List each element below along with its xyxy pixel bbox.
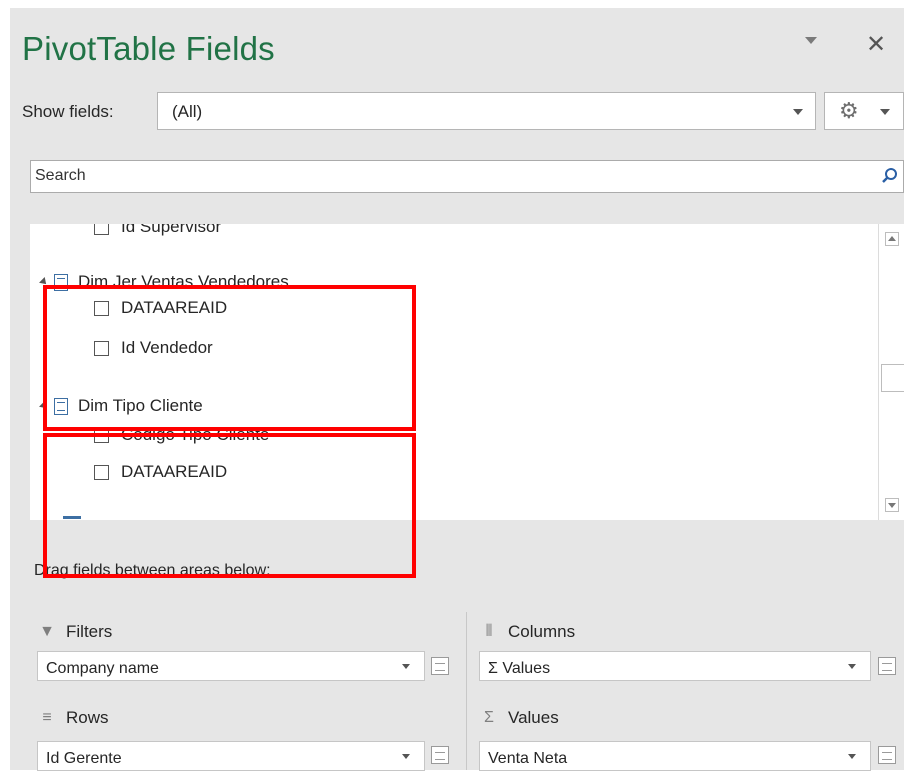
chevron-down-icon[interactable] bbox=[402, 754, 410, 759]
sigma-icon: Σ bbox=[484, 709, 494, 726]
pane-options-caret-icon[interactable] bbox=[805, 37, 817, 44]
chevron-down-icon bbox=[880, 109, 890, 115]
values-field-pill[interactable]: Venta Neta bbox=[479, 741, 871, 771]
rows-field-name: Id Gerente bbox=[46, 750, 122, 767]
areas-divider bbox=[466, 612, 467, 770]
checkbox[interactable] bbox=[94, 224, 109, 235]
search-icon[interactable] bbox=[881, 167, 899, 185]
chevron-down-icon bbox=[793, 109, 803, 115]
chevron-down-icon[interactable] bbox=[848, 664, 856, 669]
highlight-box-upper bbox=[43, 285, 416, 431]
gear-icon: ⚙ bbox=[839, 98, 859, 123]
search-input[interactable]: Search bbox=[30, 160, 904, 193]
filter-icon: ▼ bbox=[39, 623, 55, 640]
tools-button[interactable]: ⚙ bbox=[824, 92, 904, 130]
filters-area-header: ▼ Filters bbox=[38, 622, 112, 642]
values-field-name: Venta Neta bbox=[488, 750, 568, 767]
rows-label: Rows bbox=[66, 708, 109, 727]
columns-field-name: Σ Values bbox=[488, 660, 551, 677]
field-label: Id Supervisor bbox=[121, 224, 222, 236]
pane-title: PivotTable Fields bbox=[22, 30, 275, 67]
move-field-icon[interactable] bbox=[431, 746, 449, 764]
chevron-down-icon[interactable] bbox=[402, 664, 410, 669]
filters-field-name: Company name bbox=[46, 660, 159, 677]
search-placeholder: Search bbox=[35, 167, 86, 184]
filters-label: Filters bbox=[66, 622, 113, 641]
move-field-icon[interactable] bbox=[431, 657, 449, 675]
filters-field-pill[interactable]: Company name bbox=[37, 651, 425, 681]
values-label: Values bbox=[508, 708, 559, 727]
values-area-header: Σ Values bbox=[480, 708, 559, 728]
close-icon[interactable]: ✕ bbox=[866, 30, 886, 59]
move-field-icon[interactable] bbox=[878, 746, 896, 764]
vertical-scrollbar[interactable] bbox=[878, 224, 904, 520]
rows-icon: ≡ bbox=[42, 709, 52, 726]
move-field-icon[interactable] bbox=[878, 657, 896, 675]
scroll-thumb[interactable] bbox=[881, 364, 904, 392]
columns-field-pill[interactable]: Σ Values bbox=[479, 651, 871, 681]
rows-field-pill[interactable]: Id Gerente bbox=[37, 741, 425, 771]
columns-area-header: ⦀ Columns bbox=[480, 622, 575, 642]
rows-area-header: ≡ Rows bbox=[38, 708, 109, 728]
scroll-up-icon[interactable] bbox=[885, 232, 899, 246]
show-fields-label: Show fields: bbox=[22, 102, 114, 121]
columns-label: Columns bbox=[508, 622, 576, 641]
field-item[interactable]: Id Supervisor bbox=[94, 224, 221, 240]
highlight-box-lower bbox=[43, 433, 416, 578]
chevron-down-icon[interactable] bbox=[848, 754, 856, 759]
show-fields-dropdown[interactable]: (All) bbox=[157, 92, 816, 130]
columns-icon: ⦀ bbox=[485, 623, 493, 640]
show-fields-value: (All) bbox=[172, 102, 203, 121]
scroll-down-icon[interactable] bbox=[885, 498, 899, 512]
